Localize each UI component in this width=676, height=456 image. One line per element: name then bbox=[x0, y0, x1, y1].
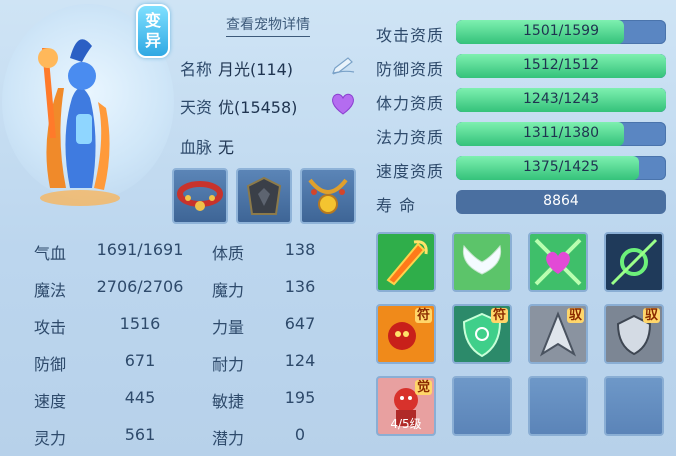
attr-label: 力量 bbox=[212, 318, 245, 337]
rename-pencil-icon[interactable] bbox=[330, 56, 356, 76]
attr-label: 魔力 bbox=[212, 281, 245, 300]
stat-label: 防御 bbox=[34, 355, 67, 374]
red-collar-icon bbox=[177, 181, 223, 211]
view-pet-details-link[interactable]: 查看宠物详情 bbox=[226, 14, 310, 37]
bloodline-label: 血脉 bbox=[180, 138, 213, 157]
stat-label: 魔法 bbox=[34, 281, 67, 300]
dark-armor-icon bbox=[246, 176, 282, 215]
attack-aptitude-bar: 1501/1599 bbox=[456, 20, 666, 44]
equip-slot-armor[interactable] bbox=[236, 168, 292, 224]
pet-bloodline-row: 血脉无 bbox=[180, 134, 234, 158]
aptitude-value: 1243/1243 bbox=[523, 91, 599, 107]
attr-label: 体质 bbox=[212, 244, 245, 263]
stat-value: 561 bbox=[124, 425, 156, 444]
angel-wings-icon bbox=[454, 234, 510, 290]
aptitude-label: 防御资质 bbox=[376, 60, 445, 79]
skill-slot[interactable]: 符 bbox=[376, 304, 436, 364]
skill-tag: 符 bbox=[490, 308, 508, 323]
defense-aptitude-bar: 1512/1512 bbox=[456, 54, 666, 78]
stat-value: 445 bbox=[124, 388, 156, 407]
stat-row: 攻击 1516 力量 647 bbox=[34, 314, 354, 338]
stat-row: 速度 445 敏捷 195 bbox=[34, 388, 354, 412]
magic-aptitude-bar: 1311/1380 bbox=[456, 122, 666, 146]
stat-value: 1691/1691 bbox=[96, 240, 184, 259]
skill-slot[interactable]: 驭 bbox=[604, 304, 664, 364]
aptitude-value: 1501/1599 bbox=[523, 23, 599, 39]
skill-slot[interactable]: 觉 4/5级 bbox=[376, 376, 436, 436]
equip-slot-collar[interactable] bbox=[172, 168, 228, 224]
stat-value: 1516 bbox=[119, 314, 161, 333]
talent-label: 天资 bbox=[180, 98, 213, 117]
equip-slot-necklace[interactable] bbox=[300, 168, 356, 224]
glowing-heart-icon bbox=[530, 234, 586, 290]
attr-label: 耐力 bbox=[212, 355, 245, 374]
skill-slot[interactable] bbox=[452, 232, 512, 292]
stat-label: 气血 bbox=[34, 244, 67, 263]
gold-necklace-icon bbox=[308, 178, 348, 214]
skill-tag: 驭 bbox=[642, 308, 660, 323]
attr-label: 敏捷 bbox=[212, 392, 245, 411]
skill-slot[interactable] bbox=[528, 232, 588, 292]
stat-row: 防御 671 耐力 124 bbox=[34, 351, 354, 375]
pet-name-value: 月光(114) bbox=[218, 60, 294, 79]
aptitude-value: 1311/1380 bbox=[523, 125, 599, 141]
empty-skill-slot[interactable] bbox=[604, 376, 664, 436]
attr-value: 138 bbox=[284, 240, 316, 259]
aptitude-value: 1375/1425 bbox=[523, 159, 599, 175]
aptitude-label: 攻击资质 bbox=[376, 26, 445, 45]
skill-tag: 觉 bbox=[414, 380, 432, 395]
attr-value: 0 bbox=[294, 425, 306, 444]
aptitude-value: 1512/1512 bbox=[523, 57, 599, 73]
name-label: 名称 bbox=[180, 60, 213, 79]
attr-value: 647 bbox=[284, 314, 316, 333]
skill-slot[interactable]: 符 bbox=[452, 304, 512, 364]
flame-sword-icon bbox=[378, 234, 434, 290]
skill-level: 4/5级 bbox=[390, 417, 422, 431]
skill-tag: 符 bbox=[414, 308, 432, 323]
attr-value: 124 bbox=[284, 351, 316, 370]
green-spiral-icon bbox=[606, 234, 662, 290]
attr-value: 136 bbox=[284, 277, 316, 296]
purple-heart-icon[interactable] bbox=[330, 92, 356, 116]
stat-value: 671 bbox=[124, 351, 156, 370]
life-bar: 8864 bbox=[456, 190, 666, 214]
skill-slot[interactable] bbox=[604, 232, 664, 292]
aptitude-label: 速度资质 bbox=[376, 162, 445, 181]
speed-aptitude-bar: 1375/1425 bbox=[456, 156, 666, 180]
skill-slot[interactable] bbox=[376, 232, 436, 292]
stat-row: 灵力 561 潜力 0 bbox=[34, 425, 354, 449]
stat-label: 灵力 bbox=[34, 429, 67, 448]
stat-row: 魔法 2706/2706 魔力 136 bbox=[34, 277, 354, 301]
pet-talent-value: 优(15458) bbox=[218, 98, 298, 117]
stat-label: 攻击 bbox=[34, 318, 67, 337]
life-label: 寿 命 bbox=[376, 196, 417, 215]
empty-skill-slot[interactable] bbox=[452, 376, 512, 436]
stamina-aptitude-bar: 1243/1243 bbox=[456, 88, 666, 112]
attr-label: 潜力 bbox=[212, 429, 245, 448]
pet-talent-row: 天资 优(15458) bbox=[180, 94, 297, 118]
life-value: 8864 bbox=[543, 193, 579, 209]
attr-value: 195 bbox=[284, 388, 316, 407]
pet-attributes-panel: 变异 查看宠物详情 名称 月光(114) 天资 优(15458) 血脉无 气血 … bbox=[0, 0, 676, 456]
stat-value: 2706/2706 bbox=[96, 277, 184, 296]
stat-label: 速度 bbox=[34, 392, 67, 411]
pet-name-row: 名称 月光(114) bbox=[180, 56, 293, 80]
aptitude-label: 体力资质 bbox=[376, 94, 445, 113]
aptitude-label: 法力资质 bbox=[376, 128, 445, 147]
empty-skill-slot[interactable] bbox=[528, 376, 588, 436]
stat-row: 气血 1691/1691 体质 138 bbox=[34, 240, 354, 264]
skill-slot[interactable]: 驭 bbox=[528, 304, 588, 364]
variant-badge: 变异 bbox=[136, 4, 170, 58]
skill-tag: 驭 bbox=[566, 308, 584, 323]
bloodline-value: 无 bbox=[218, 138, 235, 157]
